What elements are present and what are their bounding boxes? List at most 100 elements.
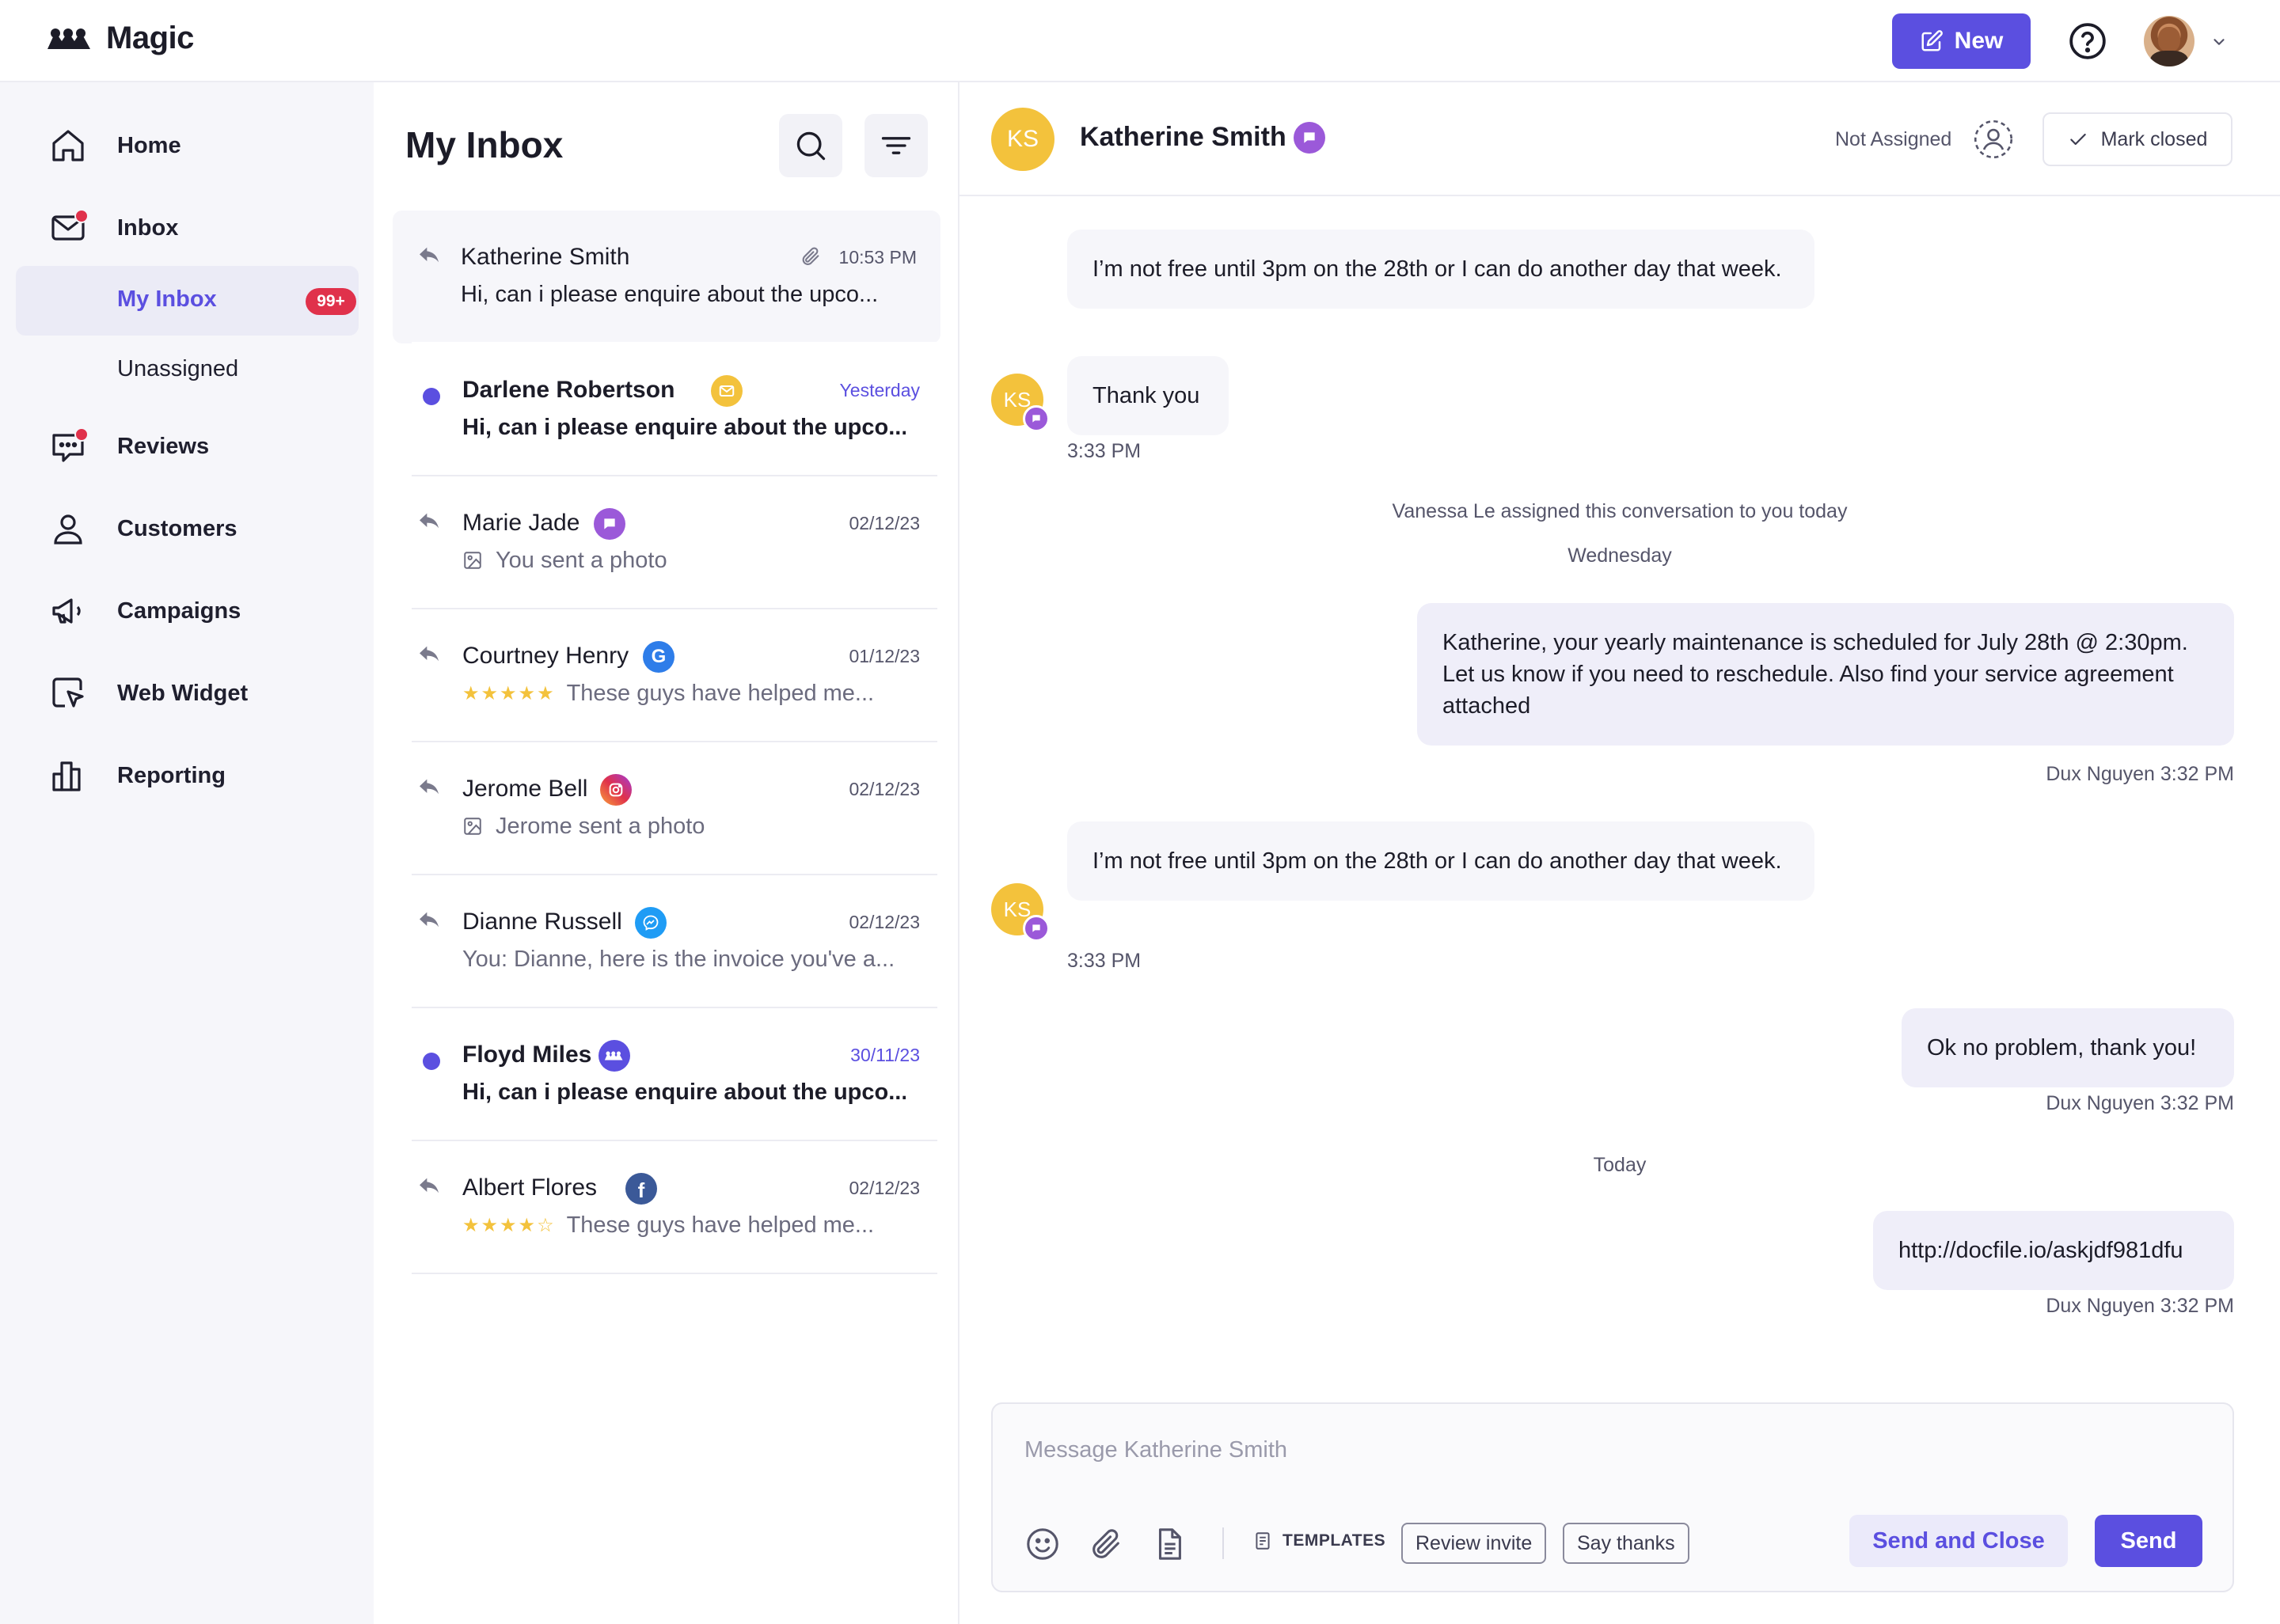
google-channel-icon: G: [643, 641, 674, 673]
edit-icon: [1921, 30, 1943, 51]
assign-user-icon[interactable]: [1973, 119, 2014, 160]
emoji-icon[interactable]: [1024, 1526, 1061, 1562]
home-icon: [49, 127, 87, 165]
conversation-preview: You sent a photo: [462, 548, 906, 574]
rating-stars: ★★★★★: [462, 683, 556, 704]
image-icon: [462, 550, 483, 571]
conversation-item[interactable]: Courtney Henry G 01/12/23 ★★★★★ These guy…: [405, 609, 944, 742]
templates-label: TEMPLATES: [1282, 1531, 1386, 1550]
conversation-item[interactable]: Darlene Robertson Yesterday Hi, can i pl…: [405, 343, 944, 476]
conversation-time: 02/12/23: [849, 513, 920, 533]
message-meta: Dux Nguyen 3:32 PM: [2046, 1092, 2234, 1114]
conversation-item[interactable]: Albert Flores f 02/12/23 ★★★★☆ These guys…: [405, 1141, 944, 1274]
mark-closed-button[interactable]: Mark closed: [2042, 112, 2232, 166]
day-divider: Today: [1593, 1154, 1647, 1176]
document-icon[interactable]: [1151, 1526, 1188, 1562]
sidebar-item-unassigned[interactable]: Unassigned: [117, 356, 238, 382]
conversation-preview: Jerome sent a photo: [462, 814, 906, 840]
instagram-channel-icon: [600, 774, 632, 806]
app-logo[interactable]: Magic: [46, 21, 194, 56]
new-button-label: New: [1954, 28, 2004, 54]
unread-count-badge: 99+: [306, 288, 356, 315]
notification-dot: [74, 427, 89, 442]
conversation-time: 01/12/23: [849, 646, 920, 666]
sidebar-item-label: My Inbox: [117, 286, 217, 312]
rating-stars: ★★★★☆: [462, 1215, 556, 1236]
contact-name: Floyd Miles: [462, 1042, 592, 1068]
message-input[interactable]: Message Katherine Smith: [1024, 1437, 1287, 1463]
reply-icon: [416, 641, 442, 666]
attachment-icon: [800, 245, 822, 268]
preview-text: Jerome sent a photo: [496, 814, 705, 839]
preview-text: These guys have helped me...: [566, 1212, 875, 1238]
conversation-item[interactable]: Dianne Russell 02/12/23 You: Dianne, her…: [405, 875, 944, 1008]
conversation-item[interactable]: Katherine Smith 10:53 PM Hi, can i pleas…: [393, 211, 940, 343]
contact-name: Dianne Russell: [462, 909, 622, 935]
conversation-item[interactable]: Floyd Miles 30/11/23 Hi, can i please en…: [405, 1008, 944, 1141]
send-and-close-button[interactable]: Send and Close: [1849, 1515, 2068, 1567]
search-icon: [796, 131, 826, 161]
message-meta: Dux Nguyen 3:32 PM: [2046, 763, 2234, 785]
reply-icon: [416, 907, 442, 932]
messenger-channel-icon: [635, 907, 667, 939]
say-thanks-chip[interactable]: Say thanks: [1563, 1523, 1689, 1564]
sidebar-item-reviews[interactable]: Reviews: [49, 424, 209, 469]
divider: [412, 1273, 937, 1274]
megaphone-icon: [49, 592, 87, 630]
contact-name[interactable]: Katherine Smith: [1080, 122, 1286, 153]
divider: [1222, 1527, 1224, 1559]
sidebar: Home Inbox My Inbox 99+ Unassigned Revie…: [0, 82, 374, 1624]
sidebar-item-customers[interactable]: Customers: [49, 507, 238, 551]
contact-name: Darlene Robertson: [462, 377, 675, 403]
bar-chart-icon: [49, 757, 87, 795]
image-icon: [462, 816, 483, 837]
outgoing-message[interactable]: http://docfile.io/askjdf981dfu: [1873, 1211, 2234, 1290]
user-avatar[interactable]: [2144, 16, 2194, 66]
sidebar-item-campaigns[interactable]: Campaigns: [49, 589, 241, 633]
filter-icon: [881, 137, 911, 154]
contact-name: Albert Flores: [462, 1174, 598, 1201]
sms-channel-icon: [1294, 122, 1325, 154]
sms-channel-icon: [594, 508, 625, 540]
help-icon[interactable]: [2068, 21, 2107, 61]
review-invite-chip[interactable]: Review invite: [1401, 1523, 1547, 1564]
outgoing-message: Katherine, your yearly maintenance is sc…: [1417, 603, 2234, 746]
sidebar-item-label: Campaigns: [117, 598, 241, 624]
conversation-item[interactable]: Marie Jade 02/12/23 You sent a photo: [405, 476, 944, 609]
sidebar-item-reporting[interactable]: Reporting: [49, 753, 226, 798]
template-icon: [1256, 1532, 1270, 1550]
contact-avatar[interactable]: KS: [991, 108, 1054, 171]
conversation-item[interactable]: Jerome Bell 02/12/23 Jerome sent a photo: [405, 742, 944, 875]
conversation-header: KS Katherine Smith Not Assigned Mark clo…: [960, 82, 2280, 196]
attachment-icon[interactable]: [1088, 1526, 1124, 1562]
filter-button[interactable]: [864, 114, 928, 177]
conversation-time: 02/12/23: [849, 1178, 920, 1198]
sidebar-item-label: Inbox: [117, 214, 179, 241]
conversation-list-panel: My Inbox Katherine Smith 10:53 PM Hi, ca…: [374, 82, 960, 1624]
sidebar-item-inbox[interactable]: Inbox: [49, 206, 178, 250]
sidebar-item-web-widget[interactable]: Web Widget: [49, 671, 248, 715]
conversation-time: 30/11/23: [850, 1045, 920, 1065]
unread-dot: [423, 1053, 440, 1070]
widget-cursor-icon: [49, 674, 87, 712]
divider: [412, 342, 937, 343]
message-composer[interactable]: Message Katherine Smith TEMPLATES Review…: [991, 1402, 2234, 1592]
day-divider: Wednesday: [1568, 544, 1672, 567]
assignee-label[interactable]: Not Assigned: [1835, 128, 1951, 151]
chevron-down-icon[interactable]: [2210, 33, 2228, 51]
search-button[interactable]: [779, 114, 842, 177]
notification-dot: [74, 209, 89, 223]
message-time: 3:33 PM: [1067, 950, 1142, 972]
reply-icon: [416, 242, 442, 268]
new-button[interactable]: New: [1892, 13, 2031, 69]
templates-button[interactable]: TEMPLATES: [1252, 1531, 1385, 1551]
sms-channel-icon: [1023, 915, 1050, 942]
sidebar-item-my-inbox[interactable]: My Inbox 99+: [16, 266, 359, 336]
incoming-message: Thank you: [1067, 356, 1229, 435]
sidebar-item-home[interactable]: Home: [49, 123, 181, 168]
email-channel-icon: [711, 375, 743, 407]
message-time: 3:33 PM: [1067, 440, 1142, 462]
send-button[interactable]: Send: [2095, 1515, 2202, 1567]
unread-dot: [423, 388, 440, 405]
outgoing-message: Ok no problem, thank you!: [1902, 1008, 2234, 1087]
